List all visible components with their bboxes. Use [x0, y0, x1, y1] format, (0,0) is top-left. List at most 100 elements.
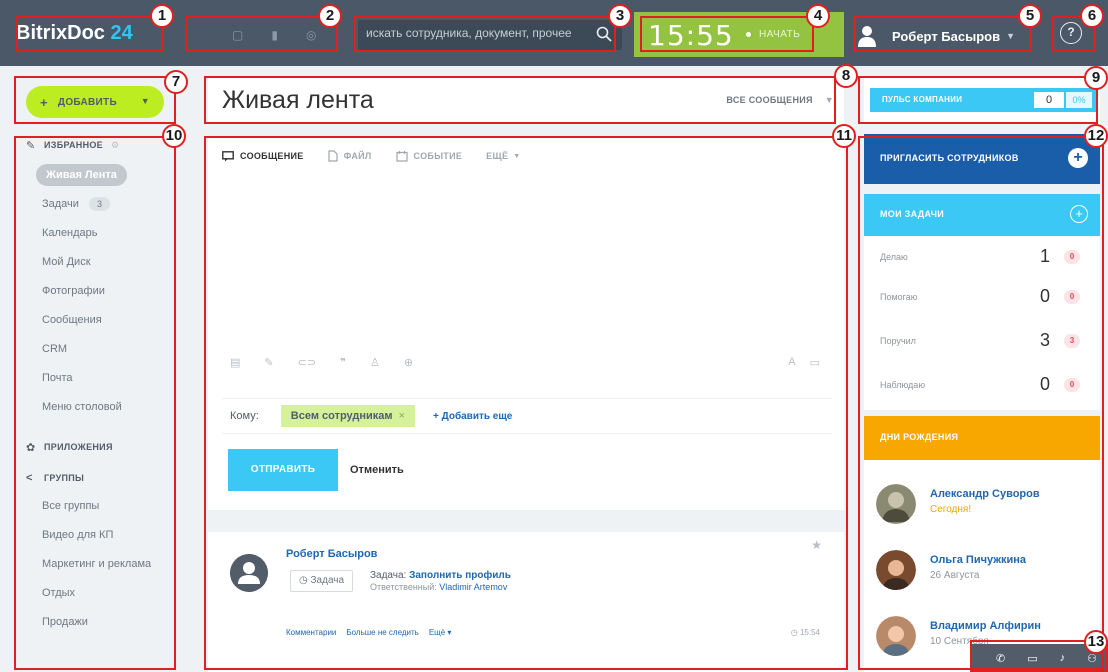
sidebar-item-video[interactable]: Видео для КП: [26, 521, 176, 550]
annotation-number-4: 4: [806, 4, 830, 28]
tag-icon[interactable]: ⊕: [404, 356, 413, 369]
clock-time: 15:55: [648, 19, 734, 52]
sidebar-item-tasks[interactable]: Задачи 3: [26, 190, 176, 219]
font-icon[interactable]: A: [788, 356, 795, 369]
sidebar-item-canteen-menu[interactable]: Меню столовой: [26, 393, 176, 422]
chevron-down-icon: ▼: [1006, 31, 1015, 41]
logo[interactable]: BitrixDoc 24: [16, 22, 133, 45]
user-avatar-icon: [858, 26, 876, 47]
quote-icon[interactable]: ❞: [340, 356, 346, 369]
sidebar-item-mail[interactable]: Почта: [26, 364, 176, 393]
task-row-watching[interactable]: Наблюдаю 0 0: [864, 366, 1100, 406]
task-row-helping[interactable]: Помогаю 0 0: [864, 278, 1100, 318]
sidebar-item-photos[interactable]: Фотографии: [26, 277, 176, 306]
responsible-name[interactable]: Vladimir Artemov: [439, 582, 507, 592]
file-icon: [327, 150, 338, 162]
messages-icon[interactable]: ◎: [306, 28, 316, 42]
left-sidebar: ✎ ИЗБРАННОЕ ⚙ Живая Лента Задачи 3 Календ…: [26, 134, 176, 672]
clock-icon: ◷: [790, 628, 800, 637]
apps-icon: ✿: [26, 441, 36, 454]
task-row-assigned[interactable]: Поручил 3 3: [864, 322, 1100, 362]
annotation-number-2: 2: [318, 4, 342, 28]
groups-header[interactable]: < ГРУППЫ: [26, 464, 176, 492]
annotation-number-7: 7: [164, 70, 188, 94]
more-link[interactable]: Ещё ▾: [429, 628, 452, 637]
add-button-label: ДОБАВИТЬ: [57, 96, 117, 108]
sidebar-item-live-feed[interactable]: Живая Лента: [36, 164, 127, 186]
start-day-button[interactable]: НАЧАТЬ: [746, 29, 800, 40]
tab-message[interactable]: СООБЩЕНИЕ: [222, 150, 304, 162]
sidebar-item-drive[interactable]: Мой Диск: [26, 248, 176, 277]
unfollow-link[interactable]: Больше не следить: [346, 628, 418, 637]
tab-file[interactable]: ФАЙЛ: [327, 150, 372, 162]
recipient-chip[interactable]: Всем сотрудникам ×: [280, 405, 415, 427]
birthday-name: Владимир Алфирин: [930, 620, 1041, 632]
add-recipient-link[interactable]: + Добавить еще: [433, 411, 512, 422]
birthday-item[interactable]: Александр Суворов Сегодня!: [864, 474, 1100, 534]
avatar: [876, 484, 916, 524]
tab-more[interactable]: ЕЩЁ ▼: [486, 151, 520, 161]
add-task-icon[interactable]: +: [1070, 205, 1088, 223]
birthday-item[interactable]: Ольга Пичужкина 26 Августа: [864, 540, 1100, 600]
notifications-icon[interactable]: ▮: [271, 28, 278, 42]
send-button[interactable]: ОТПРАВИТЬ: [228, 449, 338, 491]
annotation-number-1: 1: [150, 4, 174, 28]
header-icons: ▢ ▮ ◎: [190, 22, 340, 48]
tab-event[interactable]: СОБЫТИЕ: [395, 150, 463, 162]
chat-icon[interactable]: ▭: [1027, 652, 1037, 665]
my-tasks-header[interactable]: МОИ ЗАДАЧИ +: [864, 194, 1100, 236]
pin-icon: ✎: [26, 139, 36, 152]
feed-filter-dropdown[interactable]: ВСЕ СООБЩЕНИЯ ▼: [726, 95, 834, 105]
apps-label: ПРИЛОЖЕНИЯ: [44, 442, 113, 452]
pencil-icon[interactable]: ✎: [264, 356, 273, 369]
sidebar-item-crm[interactable]: CRM: [26, 335, 176, 364]
share-icon: <: [26, 472, 33, 484]
image-icon[interactable]: ▤: [230, 356, 240, 369]
recipient-name: Всем сотрудникам: [290, 410, 393, 422]
cancel-button[interactable]: Отменить: [350, 464, 404, 476]
chat-icon[interactable]: ▢: [232, 28, 243, 42]
help-icon[interactable]: ?: [1060, 22, 1082, 44]
sidebar-item-messages[interactable]: Сообщения: [26, 306, 176, 335]
task-row-label: Делаю: [880, 252, 908, 262]
task-title-link[interactable]: Заполнить профиль: [409, 570, 511, 581]
annotation-number-3: 3: [608, 4, 632, 28]
my-tasks-list: Делаю 1 0 Помогаю 0 0 Поручил 3 3 Наблюд…: [864, 236, 1100, 410]
invite-employees-button[interactable]: ПРИГЛАСИТЬ СОТРУДНИКОВ +: [864, 134, 1100, 184]
sidebar-item-leisure[interactable]: Отдых: [26, 579, 176, 608]
user-mention-icon[interactable]: ♙: [370, 356, 380, 369]
settings-icon[interactable]: ⚙: [111, 140, 119, 151]
apps-header[interactable]: ✿ ПРИЛОЖЕНИЯ: [26, 430, 176, 464]
search-icon[interactable]: [596, 26, 612, 42]
pulse-value: 0: [1034, 92, 1064, 108]
task-row-doing[interactable]: Делаю 1 0: [864, 238, 1100, 278]
post-author[interactable]: Роберт Басыров: [286, 548, 377, 560]
task-row-count: 3: [1040, 330, 1051, 350]
task-row-label: Помогаю: [880, 292, 918, 302]
sidebar-item-sales[interactable]: Продажи: [26, 608, 176, 637]
bell-icon[interactable]: ♪: [1060, 652, 1066, 664]
user-menu[interactable]: Роберт Басыров ▼: [858, 22, 1015, 50]
link-icon[interactable]: ⊂⊃: [298, 356, 316, 369]
annotation-number-10: 10: [162, 124, 186, 148]
comments-link[interactable]: Комментарии: [286, 628, 336, 637]
chevron-down-icon: ▼: [824, 95, 834, 105]
search-input[interactable]: [366, 26, 586, 40]
message-icon: [222, 150, 234, 161]
filter-label: ВСЕ СООБЩЕНИЯ: [726, 95, 813, 105]
author-avatar[interactable]: [230, 554, 268, 592]
star-icon[interactable]: ★: [811, 538, 822, 552]
remove-icon[interactable]: ×: [399, 410, 405, 422]
start-day-label: НАЧАТЬ: [759, 29, 801, 40]
fullscreen-icon[interactable]: ▭: [810, 356, 820, 369]
birthday-name: Александр Суворов: [930, 488, 1040, 500]
feed-post: Роберт Басыров ★ ◷ Задача Задача: Заполн…: [208, 532, 844, 672]
add-button[interactable]: + ДОБАВИТЬ ▼: [26, 86, 164, 118]
overdue-badge: 0: [1064, 250, 1080, 264]
company-pulse-bar[interactable]: ПУЛЬС КОМПАНИИ 0 0%: [870, 88, 1096, 112]
sidebar-item-calendar[interactable]: Календарь: [26, 219, 176, 248]
phone-icon[interactable]: ✆: [996, 652, 1005, 665]
favorites-header[interactable]: ✎ ИЗБРАННОЕ ⚙: [26, 134, 176, 156]
sidebar-item-all-groups[interactable]: Все группы: [26, 492, 176, 521]
sidebar-item-marketing[interactable]: Маркетинг и реклама: [26, 550, 176, 579]
